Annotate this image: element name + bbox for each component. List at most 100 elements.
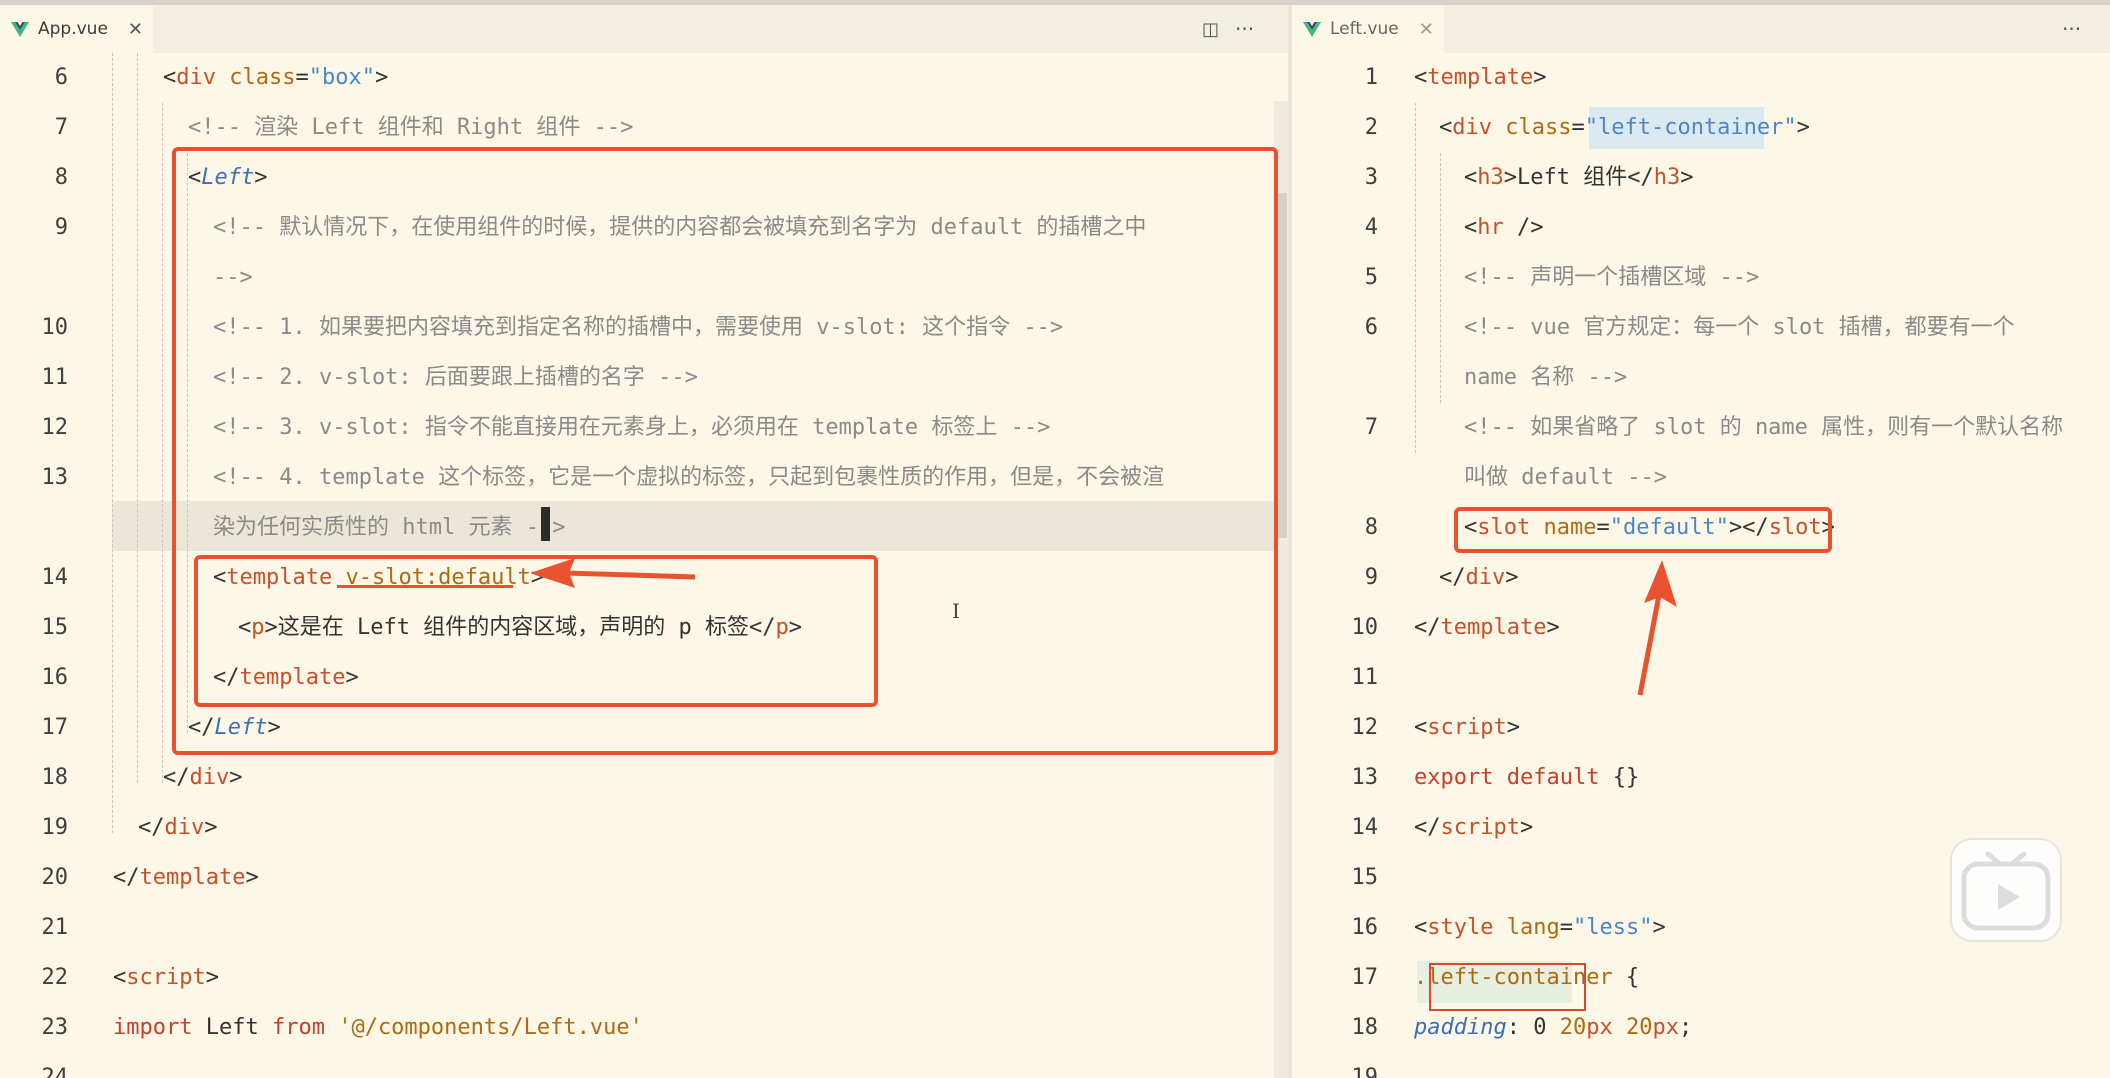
tab-label: App.vue	[38, 19, 108, 39]
code-line[interactable]: 叫做 default -->	[1292, 453, 2110, 503]
code-text: </template>	[113, 853, 259, 903]
vue-file-icon	[11, 22, 29, 37]
code-token: >	[1519, 815, 1534, 840]
code-line[interactable]: 20 </template>	[0, 853, 1288, 903]
code-token: div	[1452, 115, 1492, 140]
code-token: <!-- 渲染 Left 组件和 Right 组件 -->	[188, 115, 634, 140]
code-line[interactable]: 18 </div>	[0, 753, 1288, 803]
code-token: </	[138, 815, 165, 840]
code-token: "less"	[1572, 915, 1653, 940]
close-icon[interactable]: ✕	[128, 19, 143, 40]
code-line[interactable]: 24	[0, 1053, 1288, 1078]
code-token: <	[113, 965, 127, 990]
code-token: >	[229, 765, 243, 790]
line-number: 11	[1351, 665, 1379, 690]
code-line[interactable]: name 名称 -->	[1292, 353, 2110, 403]
code-token: name 名称 -->	[1464, 365, 1628, 390]
line-number: 19	[41, 815, 69, 840]
code-line[interactable]: 13 export default {}	[1292, 753, 2110, 803]
code-token: </	[1414, 815, 1441, 840]
code-text: </script>	[1414, 803, 1533, 853]
code-token: template	[1440, 615, 1547, 640]
text-ibeam-icon: I	[952, 599, 960, 623]
code-line[interactable]: 3 <h3>Left 组件</h3>	[1292, 153, 2110, 203]
code-line[interactable]: 10 </template>	[1292, 603, 2110, 653]
code-token: =	[295, 65, 309, 90]
code-token: 20	[1559, 1015, 1587, 1040]
code-token: Left	[192, 1015, 272, 1040]
left-tab-bar: App.vue ✕ ◫ ···	[0, 5, 1288, 53]
code-line[interactable]: 18 padding: 0 20px 20px;	[1292, 1003, 2110, 1053]
code-line[interactable]: 22 <script>	[0, 953, 1288, 1003]
code-line[interactable]: 6 <div class="box">	[0, 53, 1288, 103]
code-token: >	[204, 815, 218, 840]
code-line[interactable]: 23 import Left from '@/components/Left.vu…	[0, 1003, 1288, 1053]
code-line[interactable]: 11	[1292, 653, 2110, 703]
code-line[interactable]: 19	[1292, 1053, 2110, 1078]
code-line[interactable]: 6 <!-- vue 官方规定：每一个 slot 插槽，都要有一个	[1292, 303, 2110, 353]
annotation-arrow-left	[530, 558, 696, 588]
code-token: : 0	[1506, 1015, 1560, 1040]
code-line[interactable]: 19 </div>	[0, 803, 1288, 853]
code-token: style	[1427, 915, 1494, 940]
line-number: 1	[1364, 65, 1378, 90]
code-token: px	[1652, 1015, 1679, 1040]
code-token: <	[1414, 65, 1428, 90]
code-token: </	[163, 765, 190, 790]
video-play-button[interactable]	[1950, 838, 2062, 942]
code-line[interactable]: 9 </div>	[1292, 553, 2110, 603]
code-line[interactable]: 17 .left-container {	[1292, 953, 2110, 1003]
code-line[interactable]: 2 <div class="left-container">	[1292, 103, 2110, 153]
code-text: <h3>Left 组件</h3>	[1464, 153, 1693, 203]
code-text: <!-- vue 官方规定：每一个 slot 插槽，都要有一个	[1464, 303, 2015, 353]
code-token: <!-- 如果省略了 slot 的 name 属性，则有一个默认名称	[1464, 415, 2064, 440]
more-actions-icon[interactable]: ···	[2062, 17, 2081, 41]
close-icon[interactable]: ✕	[1419, 19, 1434, 40]
code-line[interactable]: 21	[0, 903, 1288, 953]
code-line[interactable]: 12 <script>	[1292, 703, 2110, 753]
more-actions-icon[interactable]: ···	[1235, 17, 1254, 41]
vue-file-icon	[1303, 22, 1321, 37]
code-line[interactable]: 7 <!-- 如果省略了 slot 的 name 属性，则有一个默认名称	[1292, 403, 2110, 453]
line-number: 3	[1364, 165, 1378, 190]
code-text: <script>	[1414, 703, 1520, 753]
code-text: <div class="box">	[163, 53, 388, 103]
code-token: <	[1464, 215, 1478, 240]
code-token: <	[163, 65, 177, 90]
tab-app-vue[interactable]: App.vue ✕	[0, 5, 154, 53]
line-number: 14	[1351, 815, 1379, 840]
code-token: script	[126, 965, 206, 990]
code-token: template	[1427, 65, 1534, 90]
code-text: </div>	[163, 753, 243, 803]
code-token: from	[271, 1015, 325, 1040]
left-editor-pane: App.vue ✕ ◫ ··· 6 <div class="box"> 7 <!-- …	[0, 5, 1288, 1078]
split-editor-icon[interactable]: ◫	[1202, 19, 1219, 40]
code-text: name 名称 -->	[1464, 353, 1627, 403]
v-slot-underline	[337, 585, 513, 588]
code-line[interactable]: 5 <!-- 声明一个插槽区域 -->	[1292, 253, 2110, 303]
code-token: 叫做 default -->	[1464, 465, 1667, 490]
code-token: >	[1680, 165, 1694, 190]
code-line[interactable]: 4 <hr />	[1292, 203, 2110, 253]
line-number: 18	[41, 765, 69, 790]
code-line[interactable]: 7 <!-- 渲染 Left 组件和 Right 组件 -->	[0, 103, 1288, 153]
code-token: '@/components/Left.vue'	[338, 1015, 643, 1040]
code-line[interactable]: 1 <template>	[1292, 53, 2110, 103]
code-text: <template>	[1414, 53, 1546, 103]
line-number: 9	[1364, 565, 1378, 590]
code-token: padding	[1414, 1015, 1507, 1040]
code-token: class	[1505, 115, 1572, 140]
code-token: </	[1414, 615, 1441, 640]
code-text: <!-- 声明一个插槽区域 -->	[1464, 253, 1759, 303]
code-text: <hr />	[1464, 203, 1544, 253]
line-number: 12	[1351, 715, 1379, 740]
line-number: 16	[1351, 915, 1379, 940]
code-token: "box"	[308, 65, 375, 90]
tab-left-vue[interactable]: Left.vue ✕	[1292, 5, 1444, 53]
tab-label: Left.vue	[1330, 19, 1399, 39]
code-text: <script>	[113, 953, 219, 1003]
slot-highlight-box	[1454, 507, 1832, 553]
